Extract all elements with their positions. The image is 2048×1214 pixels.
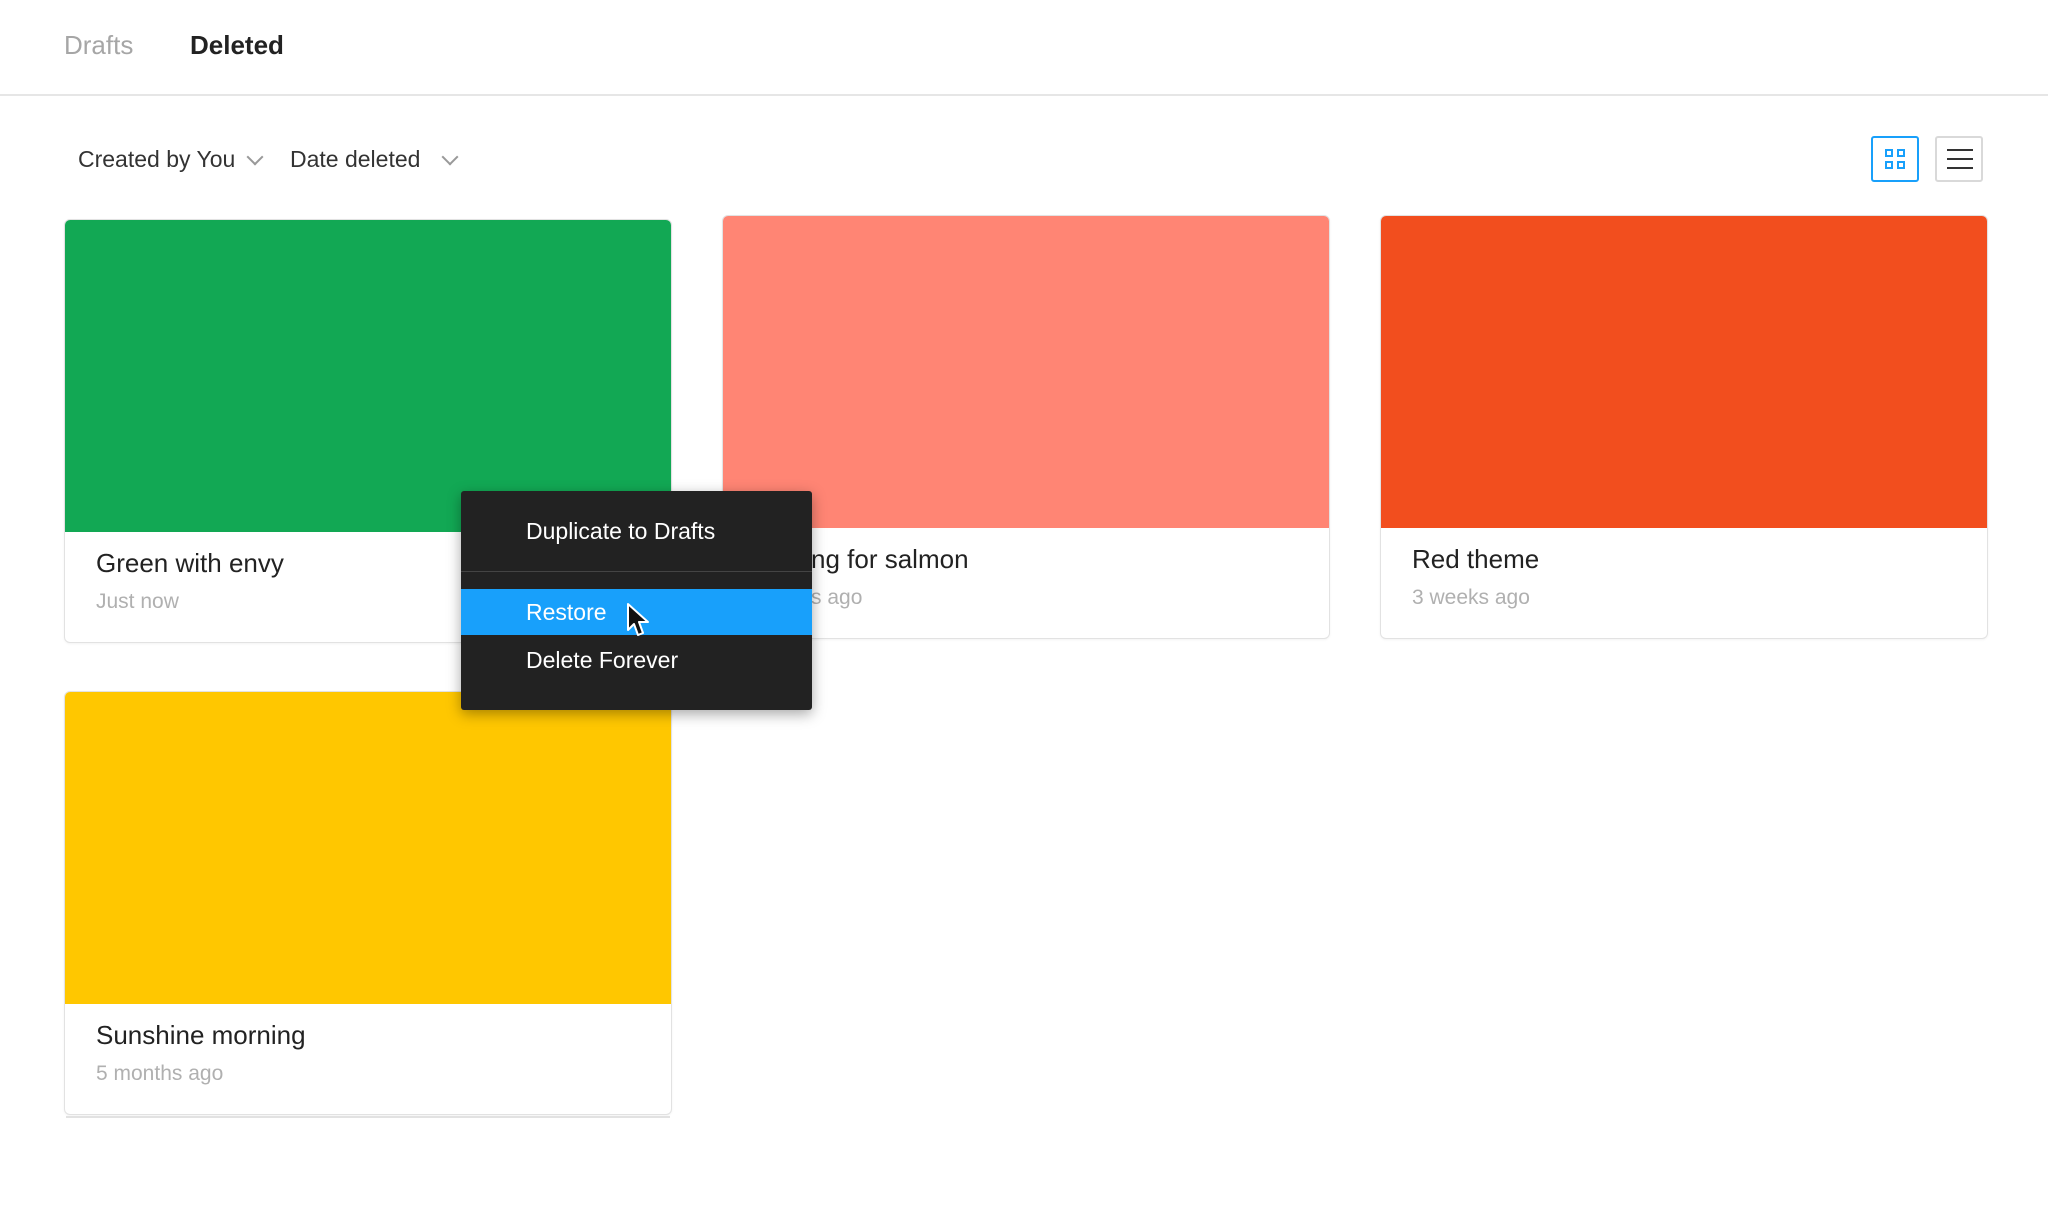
tab-drafts[interactable]: Drafts bbox=[64, 30, 133, 61]
sort-label: Date deleted bbox=[290, 146, 421, 172]
file-time: 5 months ago bbox=[96, 1062, 224, 1085]
file-time: s ago bbox=[811, 586, 863, 609]
file-card-salmon[interactable]: ng for salmon s ago bbox=[722, 215, 1330, 639]
file-name: Red theme bbox=[1412, 544, 1540, 574]
grid-view-button[interactable] bbox=[1871, 136, 1919, 182]
file-time: Just now bbox=[96, 590, 179, 613]
menu-separator bbox=[461, 571, 812, 572]
menu-item-duplicate[interactable]: Duplicate to Drafts bbox=[461, 508, 812, 554]
sort-filter[interactable]: Date deleted bbox=[290, 146, 459, 173]
file-name: ng for salmon bbox=[811, 544, 969, 574]
created-by-filter[interactable]: Created by You bbox=[78, 146, 264, 173]
tab-deleted[interactable]: Deleted bbox=[190, 30, 284, 61]
file-name: Sunshine morning bbox=[96, 1020, 306, 1050]
file-thumbnail bbox=[1381, 216, 1987, 528]
file-thumbnail bbox=[723, 216, 1329, 528]
chevron-down-icon bbox=[441, 148, 459, 165]
file-card-sunshine[interactable]: Sunshine morning 5 months ago bbox=[64, 691, 672, 1115]
file-time: 3 weeks ago bbox=[1412, 586, 1530, 609]
tab-bar: Drafts Deleted bbox=[0, 0, 2048, 96]
list-view-button[interactable] bbox=[1935, 136, 1983, 182]
file-name: Green with envy bbox=[96, 548, 284, 578]
file-thumbnail bbox=[65, 220, 671, 532]
file-card-red[interactable]: Red theme 3 weeks ago bbox=[1380, 215, 1988, 639]
menu-item-delete-forever[interactable]: Delete Forever bbox=[461, 637, 812, 683]
card-stack-edge bbox=[66, 1116, 670, 1118]
file-thumbnail bbox=[65, 692, 671, 1004]
mouse-pointer-icon bbox=[627, 603, 649, 636]
chevron-down-icon bbox=[246, 148, 264, 165]
context-menu: Duplicate to Drafts Restore Delete Forev… bbox=[461, 491, 812, 710]
created-by-label: Created by You bbox=[78, 146, 236, 172]
